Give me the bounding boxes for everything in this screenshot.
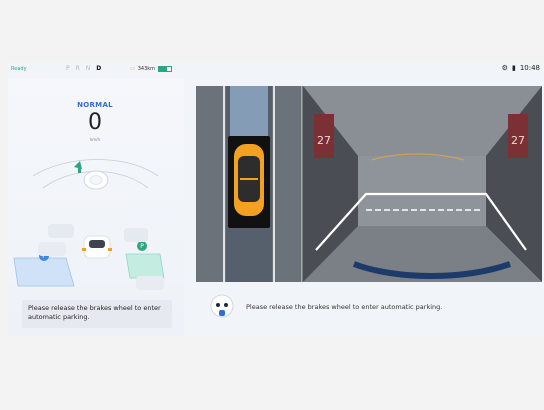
battery-fill: [159, 67, 168, 71]
gear-n[interactable]: N: [86, 65, 91, 72]
status-bar: Ready P R N D ▭ 343km ⚙ ▮ 10:48: [8, 62, 544, 78]
infotainment-screen: Ready P R N D ▭ 343km ⚙ ▮ 10:48 NORMAL 0…: [8, 62, 544, 336]
battery-icon: [158, 66, 173, 72]
drive-mode: NORMAL: [77, 101, 113, 109]
gear-selector[interactable]: P R N D: [66, 65, 101, 72]
parking-visualization: P P: [13, 159, 165, 290]
bottom-message: Please release the brakes wheel to enter…: [246, 303, 443, 311]
left-notice: Please release the brakes wheel to enter…: [22, 300, 172, 328]
bay-number-left: 27: [317, 134, 331, 147]
clock: 10:48: [519, 64, 540, 72]
range-display: ▭ 343km: [130, 66, 173, 72]
assistant-robot-icon: [210, 294, 234, 318]
range-value: 343km: [137, 66, 156, 72]
signal-icon: ▮: [511, 64, 516, 72]
steering-wheel-icon: [83, 170, 109, 190]
gear-r[interactable]: R: [76, 65, 80, 72]
left-panel: NORMAL 0 km/h P P Please release the bra…: [8, 78, 184, 336]
release-arrow-icon: [74, 161, 82, 173]
parking-marker-right: P: [140, 243, 144, 250]
bottom-row: Please release the brakes wheel to enter…: [204, 288, 542, 328]
ego-car: [82, 235, 112, 259]
settings-icon[interactable]: ⚙: [502, 64, 508, 72]
range-icon: ▭: [130, 66, 135, 72]
rear-camera-view: 27 27: [303, 86, 542, 282]
top-down-view: [196, 86, 302, 282]
ego-car-topdown: [234, 144, 264, 216]
gear-d[interactable]: D: [96, 65, 101, 72]
status-right: ⚙ ▮ 10:48: [502, 64, 540, 72]
ready-indicator: Ready: [11, 66, 27, 72]
bay-number-right: 27: [511, 134, 525, 147]
gear-p[interactable]: P: [66, 65, 70, 72]
speed-unit: km/h: [89, 137, 101, 142]
parking-slot-right: P: [125, 241, 165, 279]
speed-value: 0: [88, 110, 102, 135]
parking-slot-left: P: [13, 251, 75, 287]
camera-view: 27 27: [196, 86, 542, 282]
